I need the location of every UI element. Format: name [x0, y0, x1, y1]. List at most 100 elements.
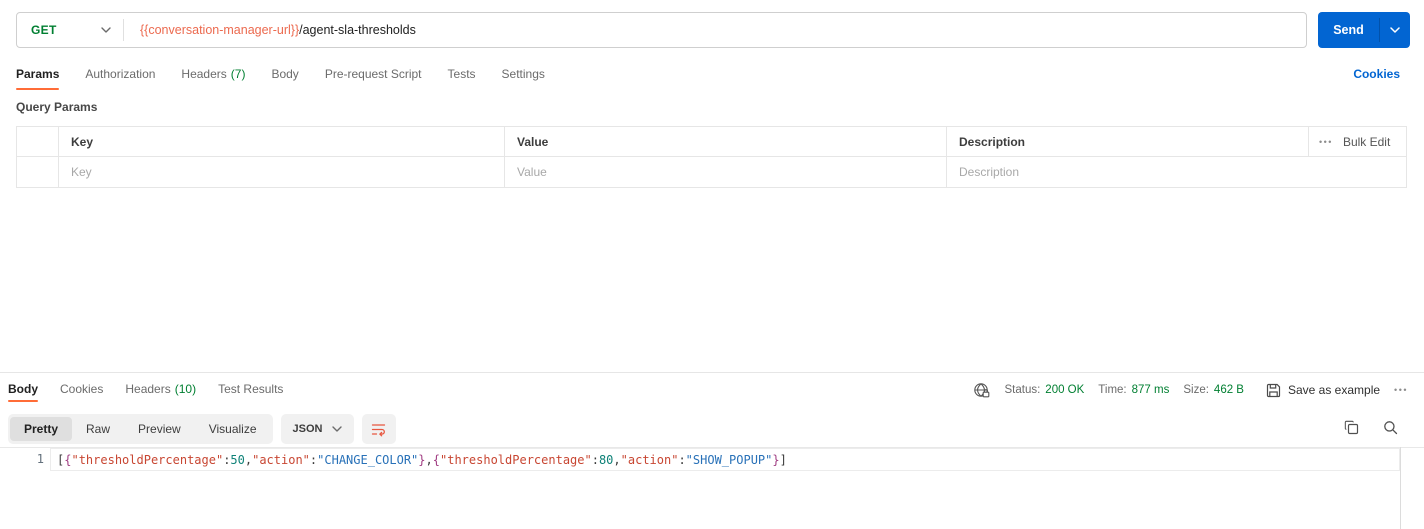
- response-meta-bar: Status: 200 OK Time: 877 ms Size: 462 B …: [973, 378, 1408, 402]
- json-token: "action": [620, 452, 679, 467]
- response-toolbar: Pretty Raw Preview Visualize JSON: [8, 414, 396, 444]
- tab-tests[interactable]: Tests: [448, 62, 476, 90]
- view-mode-raw[interactable]: Raw: [72, 417, 124, 441]
- query-params-empty-row: [17, 157, 1406, 187]
- json-token: "thresholdPercentage": [71, 452, 224, 467]
- json-token: ,: [244, 452, 253, 467]
- json-token: :: [678, 452, 686, 467]
- tab-settings[interactable]: Settings: [502, 62, 545, 90]
- row-actions-cell: [1308, 157, 1406, 187]
- description-input[interactable]: [959, 165, 1291, 179]
- description-cell: [946, 157, 1308, 187]
- json-token: "action": [252, 452, 310, 467]
- json-token: }: [772, 452, 780, 467]
- time-label: Time:: [1098, 384, 1127, 396]
- description-column-header: Description: [946, 127, 1308, 156]
- value-input[interactable]: [517, 165, 925, 179]
- tab-body-label: Body: [271, 67, 299, 81]
- response-tab-test-results[interactable]: Test Results: [218, 378, 283, 402]
- response-json-line: [{"thresholdPercentage":50, "action": "CHA…: [50, 448, 1400, 471]
- query-params-table: Key Value Description ••• Bulk Edit: [16, 126, 1407, 188]
- wrap-lines-button[interactable]: [361, 414, 396, 444]
- chevron-down-icon: [331, 426, 342, 432]
- tab-body[interactable]: Body: [271, 62, 298, 90]
- json-token: "CHANGE_COLOR": [317, 452, 419, 467]
- description-column-label: Description: [959, 134, 1026, 149]
- json-token: }: [418, 452, 426, 467]
- json-token: "SHOW_POPUP": [685, 452, 773, 467]
- key-input[interactable]: [71, 165, 483, 179]
- url-input[interactable]: {{conversation-manager-url}}/agent-sla-t…: [124, 23, 416, 37]
- key-cell: [58, 157, 504, 187]
- time-value: 877 ms: [1131, 384, 1170, 396]
- view-mode-visualize[interactable]: Visualize: [195, 417, 271, 441]
- response-tab-cookies-label: Cookies: [60, 382, 104, 396]
- value-column-header: Value: [504, 127, 946, 156]
- view-mode-switch: Pretty Raw Preview Visualize: [8, 414, 273, 444]
- response-section-divider: [0, 372, 1424, 373]
- save-icon: [1266, 383, 1281, 397]
- json-token: [: [57, 452, 65, 467]
- more-options-icon[interactable]: •••: [1319, 137, 1333, 147]
- network-info-icon[interactable]: [973, 382, 990, 399]
- json-token: :: [309, 452, 318, 467]
- format-select[interactable]: JSON: [280, 414, 354, 444]
- json-token: 50: [230, 452, 245, 467]
- response-tab-body-label: Body: [8, 382, 38, 396]
- tab-settings-label: Settings: [501, 67, 545, 81]
- json-token: :: [591, 452, 599, 467]
- query-params-header-row: Key Value Description ••• Bulk Edit: [17, 127, 1406, 157]
- tab-authorization[interactable]: Authorization: [85, 62, 155, 90]
- send-button[interactable]: Send: [1318, 12, 1410, 48]
- tab-headers[interactable]: Headers (7): [181, 62, 245, 90]
- editor-scrollbar-track[interactable]: [1400, 447, 1401, 529]
- query-params-title: Query Params: [16, 100, 98, 114]
- cookies-link[interactable]: Cookies: [1353, 67, 1400, 81]
- json-token: :: [223, 452, 231, 467]
- json-token: ,: [425, 452, 433, 467]
- url-variable: {{conversation-manager-url}}: [140, 23, 300, 37]
- view-mode-preview[interactable]: Preview: [124, 417, 195, 441]
- status-value: 200 OK: [1045, 384, 1085, 396]
- response-tab-headers-count: (10): [174, 382, 197, 396]
- save-as-example-button[interactable]: Save as example: [1266, 383, 1380, 398]
- tab-params[interactable]: Params: [16, 62, 60, 90]
- save-as-example-label: Save as example: [1287, 383, 1381, 397]
- method-selector[interactable]: GET: [17, 13, 123, 47]
- response-body-actions: [1344, 420, 1398, 435]
- tab-pre-request-script[interactable]: Pre-request Script: [325, 62, 422, 90]
- key-column-label: Key: [71, 134, 94, 149]
- status-indicator: Status: 200 OK: [1004, 384, 1084, 396]
- tab-authorization-label: Authorization: [85, 67, 156, 81]
- key-column-header: Key: [58, 127, 504, 156]
- size-label: Size:: [1183, 384, 1209, 396]
- tab-headers-count: (7): [230, 67, 246, 81]
- response-tab-headers[interactable]: Headers (10): [125, 378, 196, 402]
- size-indicator: Size: 462 B: [1183, 384, 1244, 396]
- size-value: 462 B: [1213, 384, 1244, 396]
- response-tab-body[interactable]: Body: [8, 378, 38, 402]
- json-token: ,: [613, 452, 621, 467]
- search-icon[interactable]: [1383, 420, 1398, 435]
- response-more-options-icon[interactable]: •••: [1394, 385, 1408, 395]
- bulk-edit-button[interactable]: Bulk Edit: [1343, 135, 1390, 149]
- table-actions-header: ••• Bulk Edit: [1308, 127, 1406, 156]
- json-token: "thresholdPercentage": [440, 452, 592, 467]
- tab-pre-request-script-label: Pre-request Script: [324, 67, 422, 81]
- response-tab-headers-label: Headers: [125, 382, 171, 396]
- line-number: 1: [36, 452, 44, 466]
- response-tab-cookies[interactable]: Cookies: [60, 378, 103, 402]
- view-mode-pretty[interactable]: Pretty: [10, 417, 73, 441]
- url-path: /agent-sla-thresholds: [299, 23, 416, 37]
- request-url-bar: GET {{conversation-manager-url}}/agent-s…: [16, 12, 1307, 48]
- json-token: {: [432, 452, 440, 467]
- json-token: 80: [598, 452, 614, 467]
- chevron-down-icon: [101, 27, 111, 33]
- send-options-button[interactable]: [1380, 12, 1410, 48]
- copy-icon[interactable]: [1344, 420, 1359, 435]
- tab-params-label: Params: [16, 67, 60, 81]
- request-tabs: Params Authorization Headers (7) Body Pre…: [16, 62, 545, 90]
- send-button-label[interactable]: Send: [1318, 12, 1379, 48]
- tab-headers-label: Headers: [181, 67, 227, 81]
- wrap-lines-icon: [371, 423, 386, 436]
